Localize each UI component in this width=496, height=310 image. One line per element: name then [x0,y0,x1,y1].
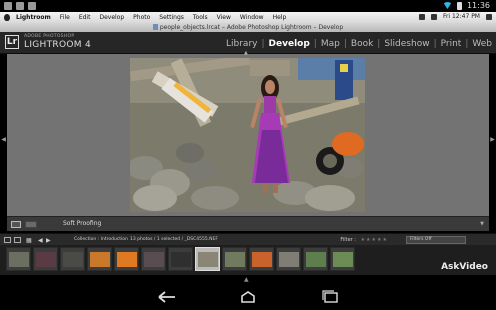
mac-menu-bar: Lightroom File Edit Develop Photo Settin… [0,12,496,23]
module-print[interactable]: Print [441,39,462,49]
filmstrip-thumbnail[interactable] [276,247,301,271]
filmstrip-thumbnail[interactable] [195,247,220,271]
filmstrip-thumbnail[interactable] [141,247,166,271]
menu-help[interactable]: Help [273,14,287,21]
thumbnail-image [252,252,272,267]
battery-icon [456,1,462,10]
filmstrip-thumbnail[interactable] [60,247,85,271]
notification-icons [4,2,36,10]
thumbnail-image [198,252,218,267]
rating-filter-stars[interactable]: ★★★★★ [361,237,388,243]
primary-window-icon[interactable] [4,237,11,243]
module-book[interactable]: Book [351,39,373,49]
filmstrip-thumbnail[interactable] [249,247,274,271]
back-icon[interactable] [155,290,179,304]
filmstrip-thumbnail[interactable] [222,247,247,271]
document-icon [152,24,158,30]
thumbnail-image [333,252,353,267]
module-develop[interactable]: Develop [269,39,310,49]
thumbnail-image [63,252,83,267]
filter-preset-select[interactable]: Filters Off [406,236,466,244]
module-separator: | [261,39,265,49]
module-separator: | [343,39,347,49]
status-clock: 11:36 [466,1,490,10]
thumbnail-image [36,252,56,267]
back-arrow-icon[interactable]: ◀ [38,237,43,244]
thumbnail-image [225,252,245,267]
window-title-bar: people_objects.lrcat – Adobe Photoshop L… [0,23,496,32]
main-photo[interactable] [130,58,365,212]
module-separator: | [465,39,469,49]
filmstrip-thumbnail[interactable] [6,247,31,271]
filmstrip-thumbnail[interactable] [168,247,193,271]
identity-plate-bar: Lr ADOBE PHOTOSHOP LIGHTROOM 4 Library |… [0,32,496,54]
thumbnail-image [9,252,29,267]
thumbnail-image [117,252,137,267]
forward-arrow-icon[interactable]: ▶ [46,237,51,244]
before-after-button[interactable] [25,221,37,228]
module-separator: | [377,39,381,49]
soft-proofing-label[interactable]: Soft Proofing [63,220,101,227]
module-separator: | [433,39,437,49]
filmstrip-thumbnail[interactable] [87,247,112,271]
thumbnail-image [144,252,164,267]
lightroom-logo: Lr [5,35,19,49]
develop-toolbar: Soft Proofing ▼ [7,216,489,231]
collection-source[interactable]: Collection : Introduction [74,237,128,242]
wifi-icon [442,2,452,9]
filmstrip-thumbnail[interactable] [303,247,328,271]
secondary-window-icon[interactable] [14,237,21,243]
left-panel-toggle-icon[interactable]: ◀ [0,135,7,145]
menu-develop[interactable]: Develop [99,14,124,21]
home-icon[interactable] [236,290,260,304]
module-slideshow[interactable]: Slideshow [384,39,429,49]
module-separator: | [313,39,317,49]
thumbnail-image [306,252,326,267]
brand-title: LIGHTROOM 4 [24,40,91,50]
android-nav-bar [0,282,496,310]
filmstrip [0,245,496,275]
mac-clock: Fri 12:47 PM [442,13,480,20]
askvideo-watermark: AskVideo [441,262,488,272]
menu-window[interactable]: Window [240,14,264,21]
main-photo-image [130,58,365,212]
window-title: people_objects.lrcat – Adobe Photoshop L… [159,24,344,31]
volume-icon[interactable] [430,13,437,20]
filmstrip-thumbnail[interactable] [33,247,58,271]
menu-photo[interactable]: Photo [133,14,150,21]
photo-count: 13 photos / 1 selected / _DSC4555.NEF [130,237,218,242]
thumbnail-image [171,252,191,267]
menu-settings[interactable]: Settings [159,14,184,21]
module-picker: Library | Develop | Map | Book | Slidesh… [226,39,492,49]
toolbar-menu-icon[interactable]: ▼ [480,221,484,227]
menu-view[interactable]: View [217,14,231,21]
thumbnail-image [279,252,299,267]
grid-icon[interactable]: ▦ [26,237,32,244]
notification-icon [16,2,24,10]
right-panel-toggle-icon[interactable]: ▶ [489,135,496,145]
menu-lightroom[interactable]: Lightroom [16,14,51,21]
top-panel-toggle-icon[interactable]: ▲ [244,50,248,56]
menu-file[interactable]: File [60,14,70,21]
module-library[interactable]: Library [226,39,257,49]
brand-subtitle: ADOBE PHOTOSHOP [24,34,75,39]
sync-icon[interactable] [418,13,425,20]
android-status-bar: 11:36 [0,0,496,12]
notification-icon [4,2,12,10]
filmstrip-thumbnail[interactable] [330,247,355,271]
loupe-view-button[interactable] [11,221,21,228]
filmstrip-thumbnail[interactable] [114,247,139,271]
menu-edit[interactable]: Edit [79,14,91,21]
spotlight-icon[interactable] [486,13,492,20]
module-map[interactable]: Map [321,39,340,49]
filmstrip-header: ▦ ◀ ▶ Collection : Introduction 13 photo… [0,233,496,245]
menu-tools[interactable]: Tools [193,14,208,21]
module-web[interactable]: Web [472,39,492,49]
recent-apps-icon[interactable] [318,290,342,304]
apple-icon[interactable] [4,14,10,21]
notification-icon [28,2,36,10]
thumbnail-image [90,252,110,267]
filter-label: Filter : [340,237,356,243]
